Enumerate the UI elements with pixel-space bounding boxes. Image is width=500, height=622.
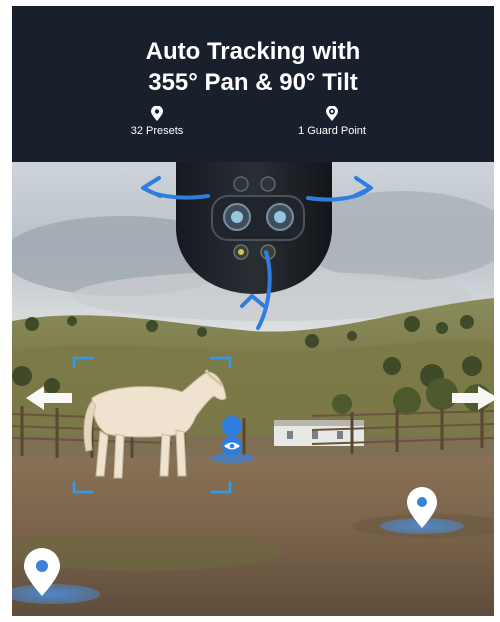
location-marker-icon bbox=[380, 487, 464, 534]
stat-guard-point-label: 1 Guard Point bbox=[298, 125, 366, 137]
product-banner: Auto Tracking with 355° Pan & 90° Tilt 3… bbox=[12, 6, 494, 616]
tracking-box bbox=[72, 356, 232, 494]
white-arrow-left-icon bbox=[26, 386, 72, 410]
headline-line-1: Auto Tracking with bbox=[145, 38, 361, 65]
headline-line-2: 355° Pan & 90° Tilt bbox=[148, 69, 358, 96]
stat-guard-point: 1 Guard Point bbox=[252, 106, 412, 137]
location-marker-icon bbox=[12, 548, 100, 604]
white-arrow-right-icon bbox=[452, 386, 494, 410]
target-pin-icon bbox=[326, 106, 338, 121]
location-pin-icon bbox=[151, 106, 163, 121]
stat-presets-label: 32 Presets bbox=[130, 125, 184, 137]
header-panel: Auto Tracking with 355° Pan & 90° Tilt 3… bbox=[12, 6, 494, 162]
pan-arrow-right-icon bbox=[306, 176, 373, 202]
headline: Auto Tracking with 355° Pan & 90° Tilt bbox=[12, 36, 494, 98]
tilt-arrow-down-icon bbox=[240, 250, 272, 330]
pan-arrow-left-icon bbox=[141, 176, 210, 200]
eye-marker-icon bbox=[210, 415, 254, 463]
stat-presets: 32 Presets bbox=[77, 106, 237, 137]
